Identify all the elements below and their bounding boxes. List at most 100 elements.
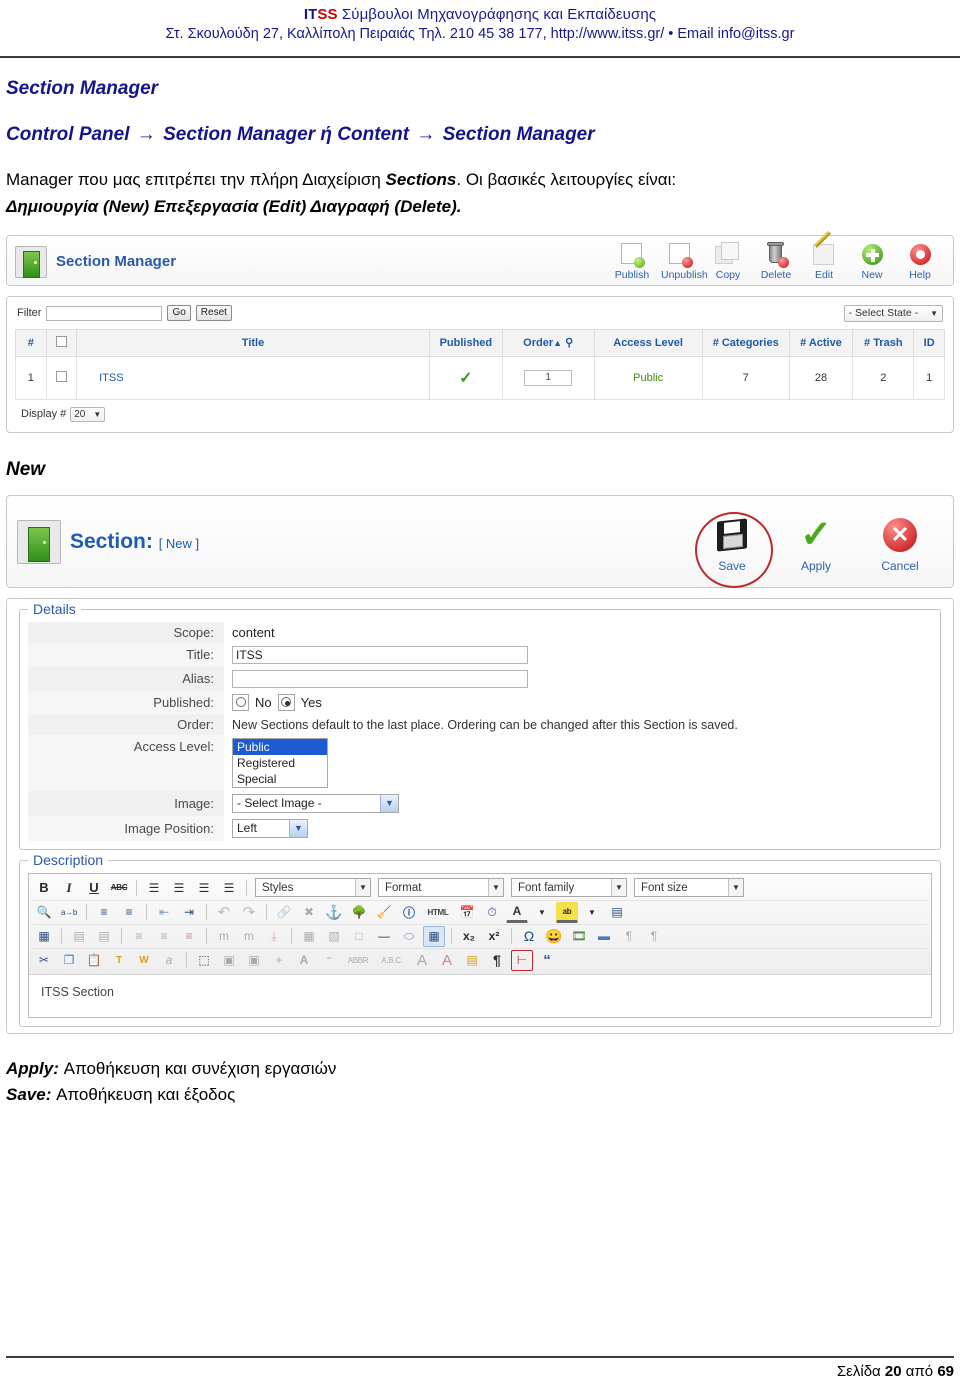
image-select[interactable]: - Select Image - ▼ [232, 793, 399, 813]
search-icon[interactable]: 🔍 [33, 902, 55, 923]
table-grid-icon[interactable]: ▦ [298, 926, 320, 947]
page-break-icon[interactable]: □ [348, 926, 370, 947]
unlink-icon[interactable]: ✖ [298, 902, 320, 923]
undo-icon[interactable]: ↶ [213, 902, 235, 923]
copy-button[interactable]: Copy [709, 242, 747, 281]
highlight-color-icon[interactable]: ab [556, 901, 578, 923]
align-left-icon[interactable]: ☰ [143, 877, 165, 898]
row-title-link[interactable]: ITSS [99, 372, 123, 384]
insert-date-icon[interactable]: 📅 [456, 902, 478, 923]
styles-select[interactable]: Styles ▼ [255, 878, 371, 898]
font-size-select[interactable]: Font size ▼ [634, 878, 744, 898]
paragraph-marks-icon[interactable]: ¶ [486, 950, 508, 971]
insert-attribute-icon[interactable]: A [411, 950, 433, 971]
horizontal-rule-icon[interactable]: — [373, 926, 395, 947]
abbr-icon[interactable]: ABBR [343, 950, 373, 971]
col-checkbox[interactable] [45, 328, 78, 357]
align-center-icon[interactable]: ☰ [168, 877, 190, 898]
filter-input[interactable] [46, 305, 163, 321]
save-button[interactable]: Save [703, 514, 761, 573]
insert-table-icon[interactable]: ▦ [423, 925, 445, 947]
attributes-icon[interactable]: ▤ [461, 950, 483, 971]
image-position-select[interactable]: Left ▼ [232, 818, 308, 838]
select-all-checkbox[interactable] [55, 335, 67, 347]
edit-table-icon[interactable]: ▦ [33, 926, 55, 947]
row-checkbox[interactable] [55, 370, 67, 382]
insert-layer-icon[interactable]: + [268, 950, 290, 971]
edit-button[interactable]: Edit [805, 231, 843, 281]
paste-text-icon[interactable]: T [108, 950, 130, 971]
indent-icon[interactable]: ⇥ [178, 902, 200, 923]
title-input[interactable] [232, 645, 528, 664]
acronym-icon[interactable]: A.B.C. [376, 950, 408, 971]
align-right-icon[interactable]: ☰ [193, 877, 215, 898]
order-input[interactable]: 1 [524, 369, 573, 386]
insert-embed-icon[interactable]: ▬ [593, 926, 615, 947]
replace-icon[interactable]: a→b [58, 902, 80, 923]
insert-media-icon[interactable]: 🎞 [568, 926, 590, 947]
merge-cells-icon[interactable]: ≡ [178, 926, 200, 947]
col-published[interactable]: Published [428, 328, 503, 357]
published-check-icon[interactable]: ✓ [459, 370, 472, 387]
insert-row-before-icon[interactable]: ▤ [68, 926, 90, 947]
font-family-select[interactable]: Font family ▼ [511, 878, 627, 898]
display-count-select[interactable]: 20 ▼ [70, 406, 106, 422]
numbered-list-icon[interactable]: ≡ [118, 902, 140, 923]
emoticon-icon[interactable]: 😀 [543, 926, 565, 947]
text-color-dropdown-icon[interactable]: ▼ [531, 902, 553, 923]
text-color-icon[interactable]: A [506, 902, 528, 923]
paste-icon[interactable]: 📋 [83, 950, 105, 971]
fullscreen-icon[interactable]: ▤ [606, 902, 628, 923]
col-id[interactable]: ID [913, 328, 945, 357]
delete-row-icon[interactable]: ≡ [153, 926, 175, 947]
nonbreaking-icon[interactable]: ⊢ [511, 949, 533, 971]
filter-reset-button[interactable]: Reset [195, 305, 232, 322]
insert-col-after-icon[interactable]: m [238, 926, 260, 947]
delete-attribute-icon[interactable]: A [436, 950, 458, 971]
bold-icon[interactable]: B [33, 877, 55, 898]
filter-go-button[interactable]: Go [167, 305, 191, 322]
access-option-public[interactable]: Public [233, 738, 327, 755]
align-justify-icon[interactable]: ☰ [218, 877, 240, 898]
apply-button[interactable]: ✓ Apply [787, 514, 845, 573]
bullet-list-icon[interactable]: ≡ [93, 902, 115, 923]
link-icon[interactable]: 🔗 [273, 902, 295, 923]
cleanup-icon[interactable]: 🧹 [373, 902, 395, 923]
redo-icon[interactable]: ↷ [238, 902, 260, 923]
published-no-radio[interactable] [232, 693, 249, 711]
published-yes-radio[interactable] [277, 693, 295, 711]
state-filter-select[interactable]: - Select State - ▼ [843, 304, 943, 322]
help-icon[interactable]: ⓘ [398, 902, 420, 923]
anchor-icon[interactable]: ⚓ [323, 902, 345, 923]
remove-format-icon[interactable]: a [158, 950, 180, 971]
table-row-props-icon[interactable]: ≡ [128, 926, 150, 947]
access-level-listbox[interactable]: Public Registered Special [232, 737, 328, 788]
access-option-special[interactable]: Special [233, 771, 327, 787]
quote-icon[interactable]: “” [318, 950, 340, 971]
delete-button[interactable]: Delete [757, 242, 795, 281]
rtl-icon[interactable]: ¶ [643, 926, 665, 947]
row-checkbox-cell[interactable] [45, 355, 78, 400]
layer-front-icon[interactable]: ▣ [243, 950, 265, 971]
insert-time-icon[interactable]: ⏱ [481, 902, 503, 923]
col-order[interactable]: Order▲ ⚲ [501, 328, 595, 357]
html-source-icon[interactable]: HTML [423, 902, 453, 923]
delete-col-icon[interactable]: ⤓ [263, 926, 285, 947]
alias-input[interactable] [232, 669, 528, 688]
outdent-icon[interactable]: ⇤ [153, 902, 175, 923]
eraser-icon[interactable]: ⬭ [398, 926, 420, 947]
layer-back-icon[interactable]: ▣ [218, 950, 240, 971]
description-content[interactable]: ITSS Section [29, 975, 931, 1017]
help-button[interactable]: Help [901, 242, 939, 281]
underline-icon[interactable]: U [83, 877, 105, 898]
superscript-icon[interactable]: x² [483, 926, 505, 947]
special-char-icon[interactable]: Ω [518, 926, 540, 947]
blockquote-icon[interactable]: “ [536, 950, 558, 971]
save-order-icon[interactable]: ⚲ [565, 337, 573, 349]
format-select[interactable]: Format ▼ [378, 878, 504, 898]
access-option-registered[interactable]: Registered [233, 755, 327, 771]
copy-icon[interactable]: ❐ [58, 950, 80, 971]
access-level-link[interactable]: Public [633, 372, 663, 384]
new-button[interactable]: New [853, 242, 891, 281]
insert-col-before-icon[interactable]: m [213, 926, 235, 947]
